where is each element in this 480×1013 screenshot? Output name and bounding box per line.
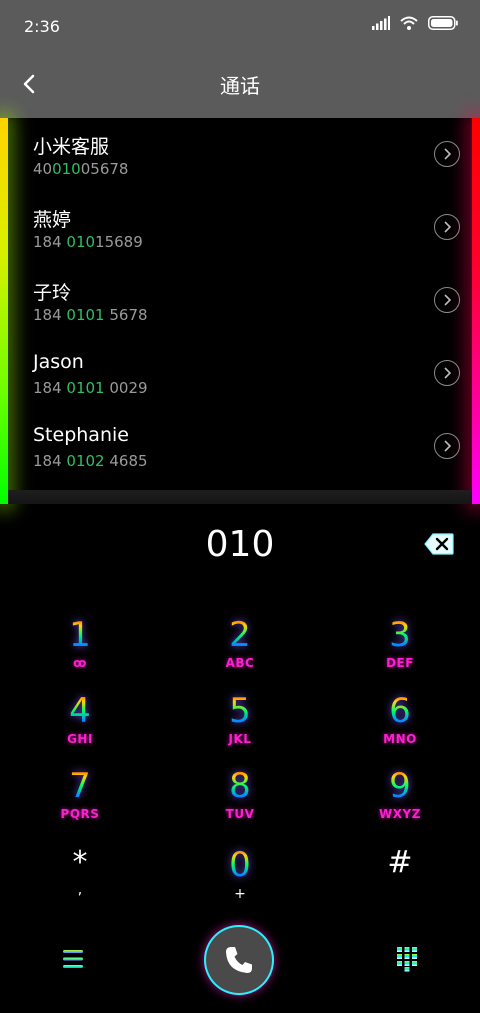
chevron-right-icon <box>444 294 451 306</box>
chevron-right-icon <box>444 440 451 452</box>
contact-row[interactable]: 小米客服 4001005678 <box>0 118 480 191</box>
contact-name: Jason <box>33 351 84 373</box>
contact-row[interactable]: Jason 184 0101 0029 <box>0 337 480 410</box>
key-letters: ABC <box>225 656 255 670</box>
key-digit: 4 <box>25 692 135 730</box>
contact-name: Stephanie <box>33 424 129 446</box>
key-9[interactable]: 9 WXYZ <box>345 767 455 839</box>
contact-row[interactable]: Stephanie 184 0102 4685 <box>0 410 480 483</box>
key-digit: 0 <box>185 846 295 884</box>
key-letters: DEF <box>386 656 414 670</box>
contact-row[interactable]: 子玲 184 0101 5678 <box>0 264 480 337</box>
signal-icon <box>372 16 390 30</box>
key-8[interactable]: 8 TUV <box>185 767 295 839</box>
key-pause-label: , <box>77 882 83 898</box>
status-bar: 2:36 <box>0 0 480 52</box>
status-icons <box>372 16 458 30</box>
list-more-indicator <box>8 490 472 504</box>
menu-button[interactable] <box>60 946 86 972</box>
key-3[interactable]: 3 DEF <box>345 616 455 688</box>
key-digit: 8 <box>185 767 295 805</box>
key-letters: TUV <box>225 807 255 821</box>
status-time: 2:36 <box>24 17 60 36</box>
chevron-right-icon <box>444 367 451 379</box>
key-digit: 5 <box>185 692 295 730</box>
contact-number: 184 01015689 <box>33 233 143 251</box>
contact-detail-button[interactable] <box>434 141 460 167</box>
contact-number: 184 0101 0029 <box>33 379 148 397</box>
contact-number: 184 0102 4685 <box>33 452 148 470</box>
key-digit: 3 <box>345 616 455 654</box>
chevron-right-icon <box>444 221 451 233</box>
backspace-icon <box>424 533 454 555</box>
hash-icon: # <box>387 845 413 880</box>
voicemail-icon: ꝏ <box>73 656 87 670</box>
contact-row[interactable]: 燕婷 184 01015689 <box>0 191 480 264</box>
key-digit: 2 <box>185 616 295 654</box>
contact-detail-button[interactable] <box>434 360 460 386</box>
backspace-button[interactable] <box>424 533 454 555</box>
key-4[interactable]: 4 GHI <box>25 692 135 764</box>
key-1[interactable]: 1 ꝏ <box>25 616 135 688</box>
key-plus-label: + <box>234 886 246 902</box>
chevron-right-icon <box>444 148 451 160</box>
contact-name: 燕婷 <box>33 209 72 231</box>
title-bar: 通话 <box>0 52 480 118</box>
battery-icon <box>428 16 458 30</box>
key-letters: PQRS <box>60 807 100 821</box>
wifi-icon <box>400 16 418 30</box>
call-button[interactable] <box>206 927 272 993</box>
key-letters: WXYZ <box>379 807 421 821</box>
contact-number: 4001005678 <box>33 160 129 178</box>
contact-detail-button[interactable] <box>434 433 460 459</box>
contact-number: 184 0101 5678 <box>33 306 148 324</box>
key-2[interactable]: 2 ABC <box>185 616 295 688</box>
key-digit: 1 <box>25 616 135 654</box>
contact-detail-button[interactable] <box>434 287 460 313</box>
contact-name: 子玲 <box>33 282 72 304</box>
key-digit: 6 <box>345 692 455 730</box>
keypad-toggle-button[interactable] <box>396 946 418 972</box>
key-digit: 7 <box>25 767 135 805</box>
key-star[interactable]: * , <box>25 846 135 918</box>
key-letters: GHI <box>67 732 93 746</box>
key-letters: MNO <box>383 732 417 746</box>
asterisk-icon: * <box>72 845 88 880</box>
key-5[interactable]: 5 JKL <box>185 692 295 764</box>
key-digit: 9 <box>345 767 455 805</box>
contact-name: 小米客服 <box>33 136 110 158</box>
keypad-icon <box>397 947 417 972</box>
dial-input-display[interactable]: 010 <box>0 524 480 565</box>
contact-list: 小米客服 4001005678 燕婷 184 01015689 子玲 184 0… <box>0 118 480 504</box>
page-title: 通话 <box>220 74 260 98</box>
key-hash[interactable]: # <box>345 846 455 918</box>
key-0[interactable]: 0 + <box>185 846 295 918</box>
key-7[interactable]: 7 PQRS <box>25 767 135 839</box>
phone-icon <box>226 947 252 973</box>
contact-detail-button[interactable] <box>434 214 460 240</box>
menu-icon <box>63 950 83 968</box>
key-letters: JKL <box>228 732 252 746</box>
key-6[interactable]: 6 MNO <box>345 692 455 764</box>
